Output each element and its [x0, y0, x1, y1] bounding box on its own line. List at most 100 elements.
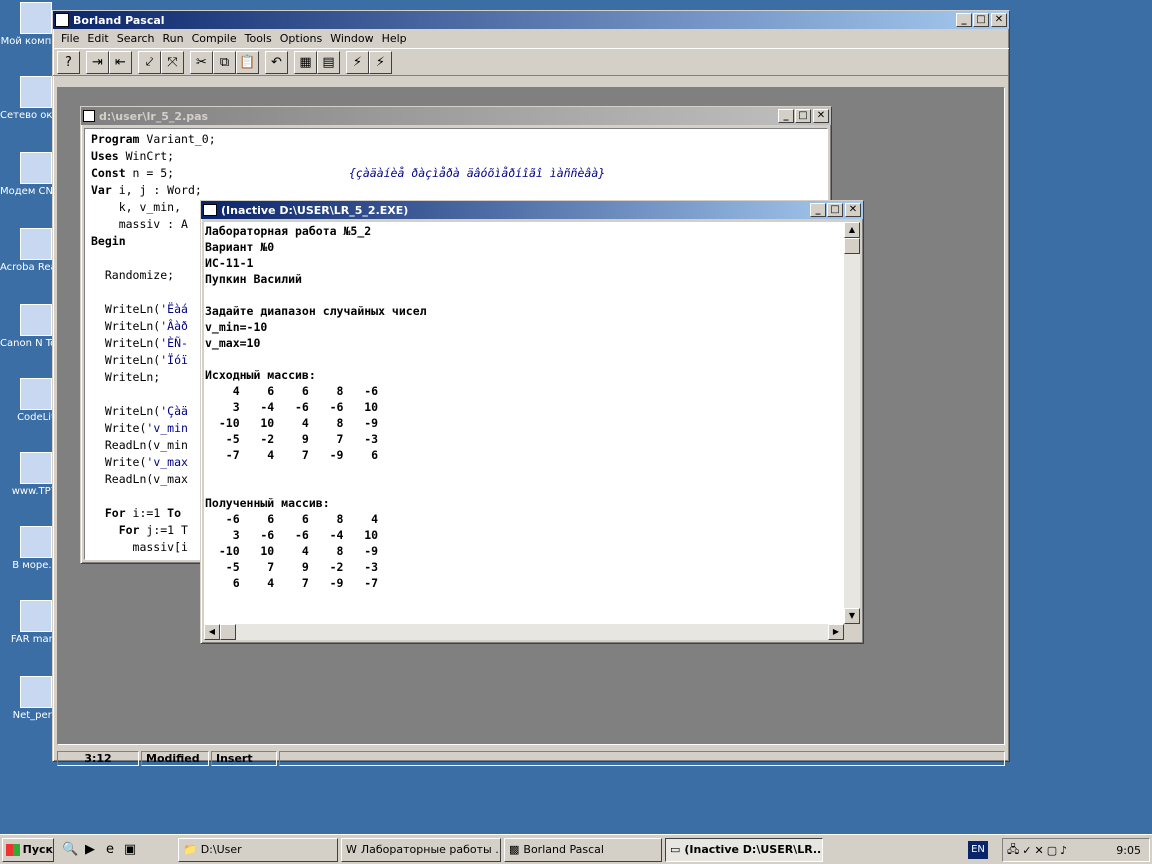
antivirus-icon[interactable]: ✕ — [1034, 844, 1043, 857]
editor-titlebar[interactable]: d:\user\lr_5_2.pas _ □ ✕ — [81, 107, 831, 125]
keyword: For — [91, 506, 126, 520]
compile-icon[interactable]: ▦ — [294, 50, 317, 74]
editor-minimize-button[interactable]: _ — [778, 109, 794, 123]
crt-close-button[interactable]: ✕ — [845, 203, 861, 217]
copy-icon[interactable]: ⧉ — [213, 50, 236, 74]
security-icon[interactable]: ✓ — [1022, 844, 1031, 857]
system-tray: 🖧 ✓ ✕ ▢ ♪ 9:05 — [1002, 838, 1150, 862]
task-crt[interactable]: ▭ (Inactive D:\USER\LR... — [665, 837, 823, 862]
menu-item-compile[interactable]: Compile — [188, 32, 241, 45]
debug-run-icon[interactable]: ⚡ — [369, 50, 392, 74]
document-icon — [83, 110, 95, 122]
code-text: j:=1 T — [139, 523, 188, 537]
crt-window: (Inactive D:\USER\LR_5_2.EXE) _ □ ✕ Лабо… — [200, 200, 864, 644]
cut-icon[interactable]: ✂ — [190, 50, 213, 74]
code-text: WriteLn( — [91, 336, 161, 350]
status-bar: 3:12 Modified Insert — [57, 751, 1005, 767]
menu-item-options[interactable]: Options — [276, 32, 326, 45]
minimize-button[interactable]: _ — [956, 13, 972, 27]
window-icon: ▭ — [670, 843, 681, 856]
start-label: Пуск — [22, 843, 53, 856]
scroll-down-icon[interactable]: ▼ — [844, 608, 860, 624]
keyword: Var — [91, 183, 112, 197]
ie-icon[interactable]: e — [102, 842, 118, 858]
media-player-icon[interactable]: ▶ — [82, 842, 98, 858]
volume-icon[interactable]: ♪ — [1060, 844, 1067, 857]
hscroll-thumb[interactable] — [220, 624, 236, 640]
menu-item-search[interactable]: Search — [113, 32, 159, 45]
menu-item-edit[interactable]: Edit — [83, 32, 112, 45]
crt-title: (Inactive D:\USER\LR_5_2.EXE) — [221, 203, 409, 217]
code-text: Variant_0; — [139, 132, 216, 146]
code-text: Randomize; — [91, 268, 175, 282]
help-tool-button[interactable]: ? — [57, 50, 80, 74]
code-line: Var i, j : Word; — [91, 182, 821, 199]
monitor-icon[interactable]: ▢ — [1047, 844, 1057, 857]
insert-mode-indicator: Insert — [211, 751, 277, 766]
scroll-up-icon[interactable]: ▲ — [844, 222, 860, 238]
task-borland-pascal[interactable]: ▩ Borland Pascal — [504, 837, 662, 862]
scroll-left-icon[interactable]: ◀ — [204, 624, 220, 640]
code-text: WriteLn( — [91, 302, 161, 316]
shortcut-icon — [20, 378, 52, 410]
crt-titlebar[interactable]: (Inactive D:\USER\LR_5_2.EXE) _ □ ✕ — [201, 201, 863, 219]
search-icon[interactable]: 🔍 — [62, 842, 78, 858]
code-text: WriteLn( — [91, 353, 161, 367]
editor-maximize-button[interactable]: □ — [795, 109, 811, 123]
step-over-icon[interactable]: ⇤ — [109, 50, 132, 74]
mdi-client-area: d:\user\lr_5_2.pas _ □ ✕ Program Variant… — [57, 87, 1005, 745]
ide-titlebar[interactable]: Borland Pascal _ □ ✕ — [53, 11, 1009, 29]
task-explorer[interactable]: 📁 D:\User — [178, 837, 338, 862]
ide-window: Borland Pascal _ □ ✕ File Edit Search Run Co… — [52, 10, 1010, 766]
paste-icon[interactable]: 📋 — [236, 50, 259, 74]
language-indicator[interactable]: EN — [968, 841, 988, 859]
scroll-right-icon[interactable]: ▶ — [828, 624, 844, 640]
clock[interactable]: 9:05 — [1116, 844, 1149, 857]
menu-item-help[interactable]: Help — [378, 32, 411, 45]
task-label: Borland Pascal — [523, 843, 604, 856]
folder-icon: 📁 — [183, 843, 197, 856]
scroll-thumb[interactable] — [844, 238, 860, 254]
code-text: massiv[i — [91, 540, 188, 554]
maximize-button[interactable]: □ — [973, 13, 989, 27]
menu-item-tools[interactable]: Tools — [241, 32, 276, 45]
shortcut-icon — [20, 676, 52, 708]
code-line: Uses WinCrt; — [91, 148, 821, 165]
code-text: i:=1 — [125, 506, 168, 520]
code-line: Program Variant_0; — [91, 131, 821, 148]
make-icon[interactable]: ▤ — [317, 50, 340, 74]
resize-grip-icon[interactable] — [844, 624, 860, 640]
string-literal: 'Çàä — [160, 404, 188, 418]
code-text: Write( — [91, 421, 147, 435]
crt-minimize-button[interactable]: _ — [810, 203, 826, 217]
shortcut-icon — [20, 304, 52, 336]
run-icon[interactable]: ⚡ — [346, 50, 369, 74]
menu-item-run[interactable]: Run — [159, 32, 188, 45]
word-icon: W — [346, 843, 357, 856]
run-cursor-icon[interactable]: ⤦ — [138, 50, 161, 74]
editor-close-button[interactable]: ✕ — [813, 109, 829, 123]
trace-icon[interactable]: ⤧ — [161, 50, 184, 74]
shortcut-icon — [20, 452, 52, 484]
keyword: For — [91, 523, 140, 537]
crt-maximize-button[interactable]: □ — [827, 203, 843, 217]
code-text: WriteLn( — [91, 319, 161, 333]
string-literal: 'ÈÑ- — [160, 336, 188, 350]
horizontal-scrollbar[interactable]: ◀ ▶ — [204, 624, 844, 640]
vertical-scrollbar[interactable]: ▲ ▼ — [844, 222, 860, 624]
shortcut-icon — [20, 228, 52, 260]
menu-item-window[interactable]: Window — [326, 32, 377, 45]
keyword: Const — [91, 166, 126, 180]
start-button[interactable]: Пуск — [2, 837, 54, 862]
undo-icon[interactable]: ↶ — [265, 50, 288, 74]
show-desktop-icon[interactable]: ▣ — [122, 842, 138, 858]
keyword: Begin — [91, 234, 126, 248]
menu-item-file[interactable]: File — [57, 32, 83, 45]
keyword: To — [167, 506, 182, 520]
bp-app-icon — [55, 13, 69, 27]
step-into-icon[interactable]: ⇥ — [86, 50, 109, 74]
task-word[interactable]: W Лабораторные работы ... — [341, 837, 501, 862]
status-message — [279, 751, 1005, 766]
close-button[interactable]: ✕ — [991, 13, 1007, 27]
network-icon[interactable]: 🖧 — [1007, 841, 1019, 860]
